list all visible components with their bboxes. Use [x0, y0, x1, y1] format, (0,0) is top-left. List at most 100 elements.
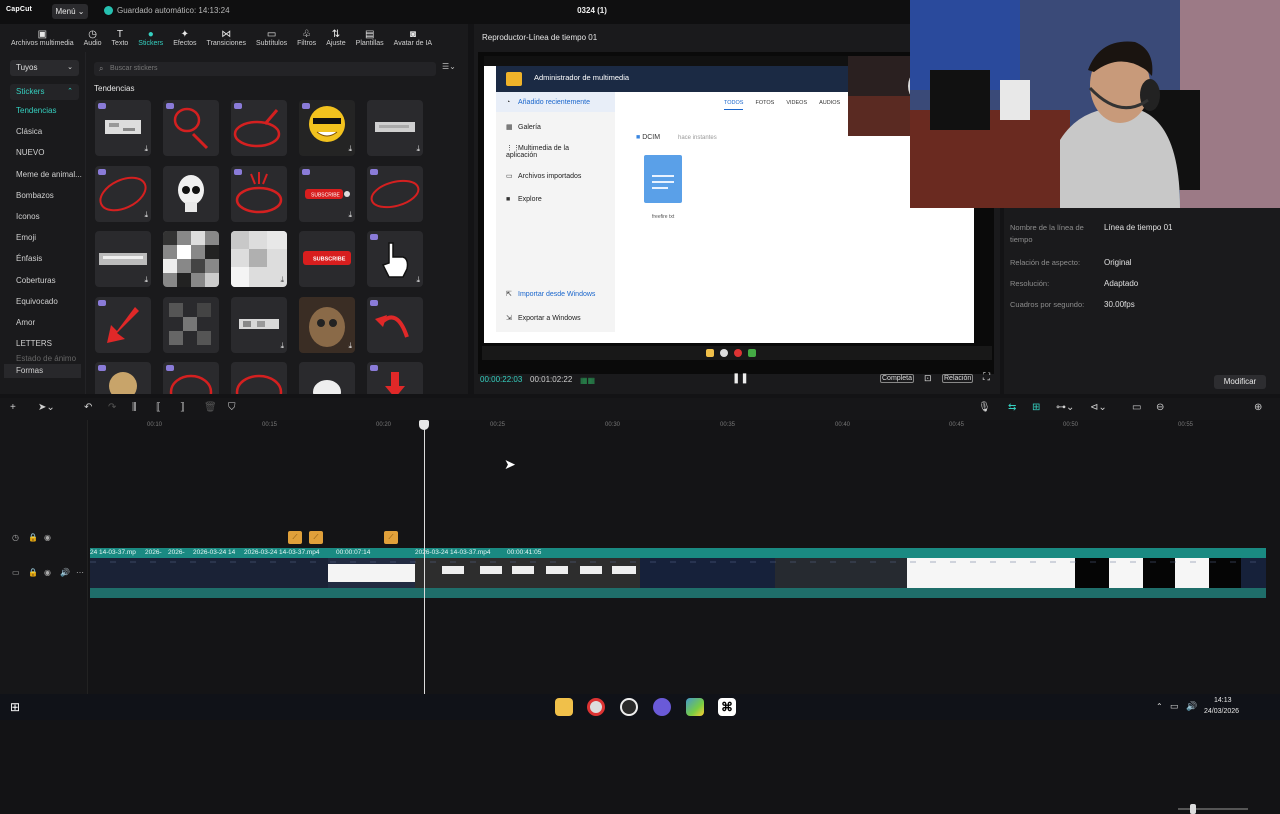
category-item[interactable]: Estado de ánimo: [0, 354, 85, 364]
sticker-red-oval[interactable]: [367, 166, 423, 222]
tab-photos[interactable]: FOTOS: [755, 100, 774, 110]
side-item-export-windows[interactable]: ⇲ Exportar a Windows: [506, 314, 581, 322]
bluestacks-icon[interactable]: [686, 698, 704, 716]
sticker-red-circle-3[interactable]: [231, 362, 287, 394]
side-item-import-windows[interactable]: ⇱ Importar desde Windows: [506, 290, 595, 298]
category-item[interactable]: Amor: [0, 312, 85, 333]
sticker-red-down-arrow[interactable]: [367, 362, 423, 394]
sticker-sunglasses-emoji[interactable]: ⤓: [299, 100, 355, 156]
delete-icon[interactable]: 🗑: [204, 402, 217, 413]
category-item[interactable]: Coberturas: [0, 270, 85, 291]
sticker-red-arrow[interactable]: [95, 297, 151, 353]
sticker-blur-mosaic[interactable]: ⤓: [231, 231, 287, 287]
tab-all[interactable]: TODOS: [724, 100, 744, 110]
waveform-icon[interactable]: ▦▦: [580, 376, 595, 385]
fullscreen-icon[interactable]: ⛶: [983, 372, 990, 383]
download-icon[interactable]: ⤓: [144, 275, 148, 285]
category-item[interactable]: Emoji: [0, 227, 85, 248]
timeline[interactable]: ◷ 🔒 ◉ ▭ 🔒 ◉ 🔊 ⋯ 00:10 00:15 00:20 00:25 …: [0, 420, 1280, 694]
taskbar-time[interactable]: 14:13: [1214, 697, 1232, 704]
aspect-ratio-button[interactable]: Relación: [942, 374, 974, 383]
audio-waveform[interactable]: [90, 588, 1266, 598]
playhead-handle[interactable]: [419, 420, 429, 430]
file-explorer-icon[interactable]: [555, 698, 573, 716]
download-icon[interactable]: ⤓: [144, 144, 148, 154]
sticker-red-curved-arrow[interactable]: [367, 297, 423, 353]
download-icon[interactable]: ⤓: [416, 144, 420, 154]
tab-subtitles[interactable]: ▭ Subtítulos: [251, 24, 292, 52]
category-item[interactable]: Clásica: [0, 121, 85, 142]
auto-snap-icon[interactable]: ⊞: [1032, 402, 1040, 413]
sticker-dark-mosaic[interactable]: [163, 297, 219, 353]
full-quality-button[interactable]: Completa: [880, 374, 914, 383]
sticker-clip-marker[interactable]: ⟋: [288, 531, 302, 544]
sticker-glitch-3[interactable]: ⤓: [231, 297, 287, 353]
category-item[interactable]: Iconos: [0, 206, 85, 227]
filter-icon[interactable]: ☰⌄: [442, 62, 456, 71]
volume-icon[interactable]: 🔊: [1186, 701, 1197, 712]
tab-videos[interactable]: VIDEOS: [786, 100, 807, 110]
file-icon[interactable]: [644, 155, 682, 203]
shield-icon[interactable]: ⛉: [228, 402, 236, 413]
preview-axis-icon[interactable]: ⊲⌄: [1090, 402, 1107, 413]
download-icon[interactable]: ⤓: [416, 275, 420, 285]
taskbar-date[interactable]: 24/03/2026: [1204, 708, 1239, 715]
captions-icon[interactable]: ▭: [1132, 402, 1141, 413]
trim-right-icon[interactable]: ⟧: [180, 402, 185, 413]
select-tool-icon[interactable]: ➤⌄: [38, 402, 55, 413]
zoom-in-icon[interactable]: ⊕: [1254, 402, 1262, 413]
sticker-cat-meme[interactable]: ⤓: [299, 297, 355, 353]
tab-adjust[interactable]: ⇅ Ajuste: [321, 24, 350, 52]
side-item-imported[interactable]: ▭ Archivos importados: [506, 172, 581, 180]
download-icon[interactable]: ⤓: [348, 341, 352, 351]
crop-fit-icon[interactable]: ⊡: [924, 373, 932, 384]
sticker-glitch-2[interactable]: ⤓: [367, 100, 423, 156]
side-item-app-media[interactable]: ⋮⋮Multimedia de la aplicación: [506, 144, 586, 159]
tab-audios[interactable]: AUDIOS: [819, 100, 840, 110]
category-item[interactable]: Equivocado: [0, 291, 85, 312]
sticker-white-blob[interactable]: [299, 362, 355, 394]
download-icon[interactable]: ⤓: [280, 341, 284, 351]
sticker-red-circle-arrow[interactable]: [163, 100, 219, 156]
category-item[interactable]: Bombazos: [0, 185, 85, 206]
network-icon[interactable]: ▭: [1170, 701, 1179, 712]
lock-icon[interactable]: 🔒: [28, 568, 38, 577]
obs-icon[interactable]: [620, 698, 638, 716]
sticker-subscribe-button[interactable]: SUBSCRIBE: [299, 231, 355, 287]
app-icon[interactable]: [653, 698, 671, 716]
tab-effects[interactable]: ✦ Efectos: [168, 24, 201, 52]
download-icon[interactable]: ⤓: [348, 210, 352, 220]
category-item[interactable]: LETTERS: [0, 333, 85, 354]
chrome-icon[interactable]: [587, 698, 605, 716]
side-item-gallery[interactable]: ▦ Galería: [506, 123, 541, 131]
modify-button[interactable]: Modificar: [1214, 375, 1266, 389]
eye-icon[interactable]: ◉: [44, 568, 51, 577]
sticker-clip-marker[interactable]: ⟋: [384, 531, 398, 544]
tab-ai-avatar[interactable]: ◙ Avatar de IA: [389, 24, 437, 52]
microphone-icon[interactable]: 🎙: [978, 402, 991, 413]
sticker-red-scribble[interactable]: ⤓: [95, 166, 151, 222]
zoom-slider-handle[interactable]: [1190, 804, 1196, 814]
zoom-slider[interactable]: [1178, 808, 1248, 810]
tab-templates[interactable]: ▤ Plantillas: [351, 24, 389, 52]
category-item[interactable]: NUEVO: [0, 142, 85, 163]
main-track-magnet-icon[interactable]: ⇆: [1008, 402, 1016, 413]
windows-start-icon[interactable]: ⊞: [10, 700, 20, 714]
redo-icon[interactable]: ↷: [108, 402, 116, 413]
category-dropdown-yours[interactable]: Tuyos ⌄: [10, 60, 79, 76]
lock-icon[interactable]: 🔒: [28, 533, 38, 542]
sticker-pixel-mosaic[interactable]: [163, 231, 219, 287]
eye-icon[interactable]: ◉: [44, 533, 51, 542]
sticker-noise[interactable]: ⤓: [95, 231, 151, 287]
download-icon[interactable]: ⤓: [348, 144, 352, 154]
pause-icon[interactable]: ❚❚: [732, 373, 749, 384]
sticker-red-oval-arrow[interactable]: [231, 100, 287, 156]
category-dropdown-stickers[interactable]: Stickers ⌃: [10, 84, 79, 100]
sticker-glitch[interactable]: ⤓: [95, 100, 151, 156]
side-item-recent[interactable]: ◔ Añadido recientemente: [506, 99, 590, 106]
more-icon[interactable]: ⋯: [76, 568, 84, 577]
tab-text[interactable]: T Texto: [107, 24, 134, 52]
category-item[interactable]: Formas: [4, 364, 81, 379]
tab-stickers[interactable]: ● Stickers: [133, 24, 168, 52]
sticker-clip-marker[interactable]: ⟋: [309, 531, 323, 544]
